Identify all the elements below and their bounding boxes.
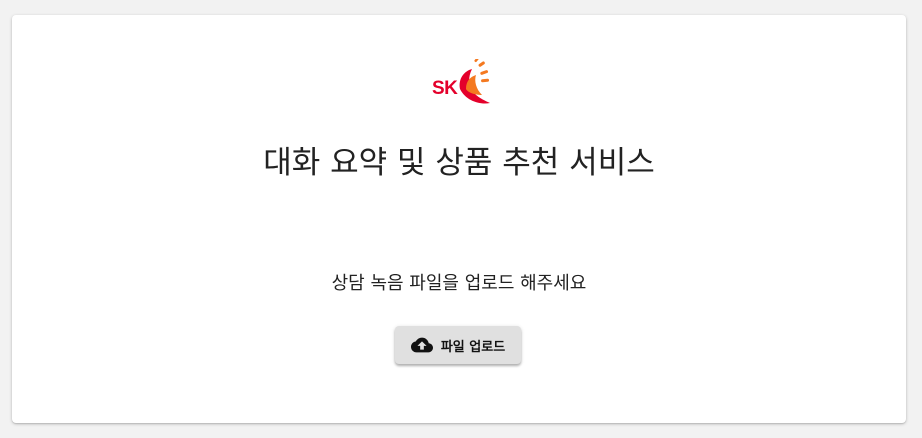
main-card: SK 대화 요약 및 상품 추천 서비스 상담 녹음 파일을 업로드 해주세요 … xyxy=(12,15,906,423)
sk-logo: SK xyxy=(430,59,494,105)
file-upload-button-label: 파일 업로드 xyxy=(440,339,506,355)
sk-butterfly-icon xyxy=(459,59,490,104)
page-title: 대화 요약 및 상품 추천 서비스 xyxy=(263,145,655,181)
upload-instruction: 상담 녹음 파일을 업로드 해주세요 xyxy=(331,273,587,294)
cloud-upload-icon xyxy=(410,337,433,353)
file-upload-button[interactable]: 파일 업로드 xyxy=(395,326,521,364)
logo-text: SK xyxy=(432,78,458,99)
